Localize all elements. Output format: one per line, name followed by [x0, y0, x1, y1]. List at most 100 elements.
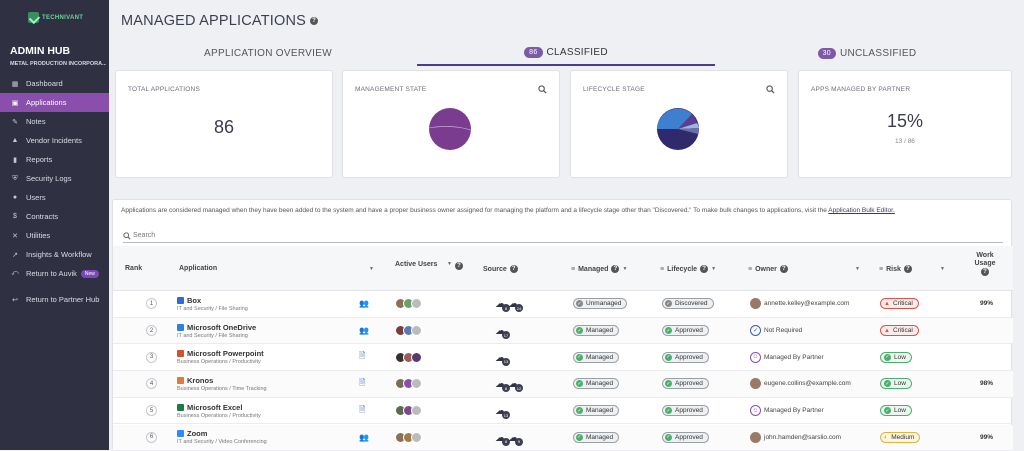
- risk-badge[interactable]: ▲Critical: [880, 325, 919, 336]
- col-risk[interactable]: ≡Risk?▼: [879, 265, 945, 273]
- lifecycle-status-pill[interactable]: ✓Approved: [662, 325, 709, 336]
- risk-badge[interactable]: ✓Low: [880, 405, 912, 416]
- sidebar-item-applications[interactable]: ▣Applications: [0, 93, 109, 112]
- managed-status-pill[interactable]: ✓Managed: [573, 405, 619, 416]
- sidebar-item-reports[interactable]: ▮Reports: [0, 150, 109, 169]
- search-input[interactable]: Search: [123, 229, 1003, 243]
- org-name[interactable]: METAL PRODUCTION INCORPORA...: [10, 61, 106, 67]
- risk-badge[interactable]: ▲Critical: [880, 298, 919, 309]
- owner-cell[interactable]: eugene.collins@example.com: [750, 371, 851, 397]
- owner-cell[interactable]: john.hamden@sarslio.com: [750, 425, 841, 451]
- sidebar-item-insights[interactable]: ↗Insights & Workflow: [0, 245, 109, 264]
- risk-cell[interactable]: ✓Low: [880, 371, 912, 397]
- sidebar-item-contracts[interactable]: $Contracts: [0, 207, 109, 226]
- tab-classified[interactable]: 86CLASSIFIED: [417, 40, 715, 66]
- help-icon[interactable]: ?: [904, 265, 912, 273]
- search-icon[interactable]: [766, 85, 775, 94]
- active-user-avatars[interactable]: [395, 425, 422, 451]
- app-name[interactable]: Microsoft Powerpoint: [177, 349, 264, 358]
- lifecycle-cell[interactable]: ✓Approved: [662, 318, 709, 344]
- managed-status-pill[interactable]: ✓Managed: [573, 325, 619, 336]
- sidebar-item-notes[interactable]: ✎Notes: [0, 112, 109, 131]
- risk-cell[interactable]: ✓Low: [880, 344, 912, 370]
- active-user-avatars[interactable]: [395, 398, 422, 424]
- sidebar-item-users[interactable]: ●Users: [0, 188, 109, 207]
- table-row[interactable]: 3Microsoft PowerpointBusiness Operations…: [113, 344, 1013, 371]
- table-row[interactable]: 4KronosBusiness Operations / Time Tracki…: [113, 371, 1013, 398]
- app-name[interactable]: Microsoft OneDrive: [177, 323, 256, 332]
- help-icon[interactable]: ?: [310, 17, 318, 25]
- sidebar-item-dashboard[interactable]: ▦Dashboard: [0, 74, 109, 93]
- application-cell[interactable]: Microsoft OneDriveIT and Security / File…: [177, 318, 256, 344]
- help-icon[interactable]: ?: [510, 265, 518, 273]
- risk-badge[interactable]: ✓Low: [880, 378, 912, 389]
- col-source[interactable]: Source?: [483, 265, 518, 273]
- app-name[interactable]: Zoom: [177, 429, 207, 438]
- managed-cell[interactable]: ✓Unmanaged: [573, 291, 627, 317]
- lifecycle-cell[interactable]: ✓Approved: [662, 371, 709, 397]
- table-row[interactable]: 2Microsoft OneDriveIT and Security / Fil…: [113, 318, 1013, 345]
- app-name[interactable]: Microsoft Excel: [177, 403, 242, 412]
- application-cell[interactable]: ZoomIT and Security / Video Conferencing: [177, 425, 267, 451]
- owner-cell[interactable]: ✓Not Required: [750, 318, 802, 344]
- col-rank[interactable]: Rank: [125, 265, 142, 272]
- col-managed[interactable]: ≡Managed?▼: [571, 265, 627, 273]
- sidebar-item-return-auvik[interactable]: ⤺Return to AuvikNew: [0, 264, 109, 283]
- risk-badge[interactable]: ◐Medium: [880, 432, 920, 443]
- lifecycle-status-pill[interactable]: ✓Approved: [662, 352, 709, 363]
- managed-cell[interactable]: ✓Managed: [573, 344, 619, 370]
- owner-cell[interactable]: ☺Managed By Partner: [750, 344, 824, 370]
- lifecycle-cell[interactable]: ✓Approved: [662, 425, 709, 451]
- managed-cell[interactable]: ✓Managed: [573, 425, 619, 451]
- lifecycle-status-pill[interactable]: ✓Approved: [662, 405, 709, 416]
- col-active-users[interactable]: Active Users▼?: [395, 258, 463, 270]
- application-cell[interactable]: Microsoft PowerpointBusiness Operations …: [177, 344, 264, 370]
- col-application[interactable]: Application▼: [179, 265, 374, 272]
- application-cell[interactable]: Microsoft ExcelBusiness Operations / Pro…: [177, 398, 261, 424]
- managed-status-pill[interactable]: ✓Managed: [573, 378, 619, 389]
- lifecycle-status-pill[interactable]: ✓Discovered: [662, 298, 714, 309]
- managed-status-pill[interactable]: ✓Unmanaged: [573, 298, 627, 309]
- managed-cell[interactable]: ✓Managed: [573, 398, 619, 424]
- help-icon[interactable]: ?: [700, 265, 708, 273]
- brand-logo[interactable]: TECHNIVANT: [28, 12, 83, 23]
- risk-cell[interactable]: ◐Medium: [880, 425, 920, 451]
- owner-cell[interactable]: ☺Managed By Partner: [750, 398, 824, 424]
- app-name[interactable]: Kronos: [177, 376, 213, 385]
- tab-unclassified[interactable]: 30UNCLASSIFIED: [715, 40, 1019, 66]
- application-cell[interactable]: BoxIT and Security / File Sharing: [177, 291, 248, 317]
- sidebar-item-utilities[interactable]: ✕Utilities: [0, 226, 109, 245]
- help-icon[interactable]: ?: [611, 265, 619, 273]
- help-icon[interactable]: ?: [780, 265, 788, 273]
- active-user-avatars[interactable]: [395, 318, 422, 344]
- return-partner-hub-link[interactable]: ↩Return to Partner Hub: [0, 290, 109, 309]
- col-lifecycle[interactable]: ≡Lifecycle?▼: [660, 265, 716, 273]
- lifecycle-cell[interactable]: ✓Approved: [662, 344, 709, 370]
- lifecycle-pie[interactable]: [657, 108, 699, 150]
- table-row[interactable]: 1BoxIT and Security / File Sharing👥☁8☁24…: [113, 291, 1013, 318]
- sidebar-item-vendor-incidents[interactable]: ▲Vendor Incidents: [0, 131, 109, 150]
- col-work-usage[interactable]: WorkUsage?: [965, 252, 1005, 276]
- managed-status-pill[interactable]: ✓Managed: [573, 432, 619, 443]
- risk-badge[interactable]: ✓Low: [880, 352, 912, 363]
- app-name[interactable]: Box: [177, 296, 201, 305]
- tab-application-overview[interactable]: APPLICATION OVERVIEW: [119, 40, 417, 66]
- help-icon[interactable]: ?: [455, 262, 463, 270]
- application-cell[interactable]: KronosBusiness Operations / Time Trackin…: [177, 371, 267, 397]
- table-row[interactable]: 6ZoomIT and Security / Video Conferencin…: [113, 425, 1013, 451]
- help-icon[interactable]: ?: [981, 268, 989, 276]
- managed-cell[interactable]: ✓Managed: [573, 371, 619, 397]
- risk-cell[interactable]: ▲Critical: [880, 318, 919, 344]
- lifecycle-cell[interactable]: ✓Discovered: [662, 291, 714, 317]
- managed-status-pill[interactable]: ✓Managed: [573, 352, 619, 363]
- active-user-avatars[interactable]: [395, 344, 422, 370]
- lifecycle-cell[interactable]: ✓Approved: [662, 398, 709, 424]
- active-user-avatars[interactable]: [395, 371, 422, 397]
- managed-cell[interactable]: ✓Managed: [573, 318, 619, 344]
- search-icon[interactable]: [538, 85, 547, 94]
- lifecycle-status-pill[interactable]: ✓Approved: [662, 378, 709, 389]
- col-owner[interactable]: ≡Owner?▼: [748, 265, 860, 273]
- active-user-avatars[interactable]: [395, 291, 422, 317]
- risk-cell[interactable]: ▲Critical: [880, 291, 919, 317]
- bulk-editor-link[interactable]: Application Bulk Editor.: [828, 207, 894, 214]
